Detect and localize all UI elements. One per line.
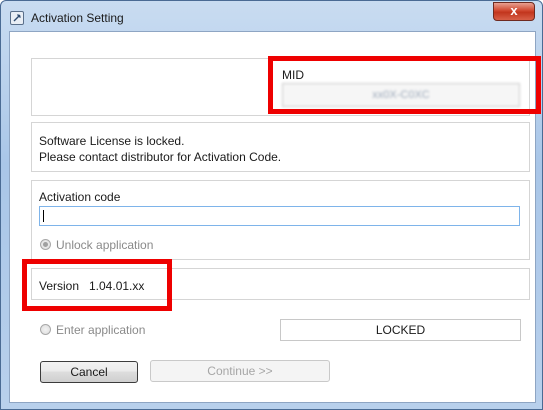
unlock-application-label: Unlock application — [56, 238, 154, 252]
lock-status-box: LOCKED — [280, 319, 521, 341]
contact-distributor-text: Please contact distributor for Activatio… — [39, 150, 282, 164]
license-locked-text: Software License is locked. — [39, 134, 185, 148]
continue-button[interactable]: Continue >> — [150, 360, 330, 382]
version-highlight-box — [22, 259, 172, 311]
window-title: Activation Setting — [31, 11, 124, 25]
unlock-application-radio[interactable] — [40, 239, 51, 250]
activation-code-label: Activation code — [39, 190, 121, 204]
title-bar[interactable]: Activation Setting x — [1, 1, 542, 31]
enter-application-radio[interactable] — [40, 324, 51, 335]
mid-highlight-box — [268, 56, 541, 114]
activation-code-input[interactable] — [39, 206, 520, 226]
close-button[interactable]: x — [493, 2, 535, 21]
wrench-icon — [10, 11, 24, 25]
text-caret — [43, 210, 44, 222]
cancel-button[interactable]: Cancel — [40, 361, 138, 383]
enter-application-label: Enter application — [56, 323, 146, 337]
activation-setting-window: Activation Setting x MID xx0X-C0XC Softw… — [0, 0, 543, 410]
